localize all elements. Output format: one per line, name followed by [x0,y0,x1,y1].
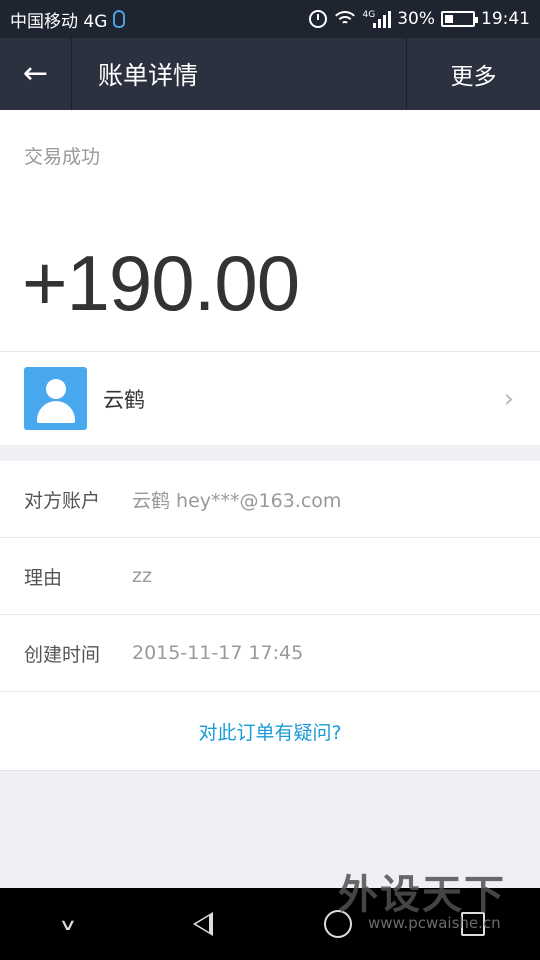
arrow-left-icon: ← [22,56,49,91]
back-button[interactable]: ← [0,38,72,110]
user-icon-head [46,379,66,399]
system-back-button[interactable] [173,894,233,954]
detail-value: 云鹤 hey***@163.com [132,489,342,512]
carrier-label: 中国移动 4G [10,11,108,32]
battery-icon [441,11,478,27]
detail-row-reason: 理由 zz [0,538,540,615]
detail-label: 理由 [24,566,63,589]
transaction-amount: +190.00 [22,239,300,327]
detail-label: 对方账户 [24,489,101,512]
circle-home-icon [323,910,352,938]
transaction-status: 交易成功 [24,146,101,168]
avatar [24,367,87,430]
order-question-link[interactable]: 对此订单有疑问? [0,692,540,770]
payer-name: 云鹤 [103,387,145,412]
detail-value: 2015-11-17 17:45 [132,642,304,664]
title-bar: ← 账单详情 更多 [0,38,540,110]
hide-nav-button[interactable]: ∨ [38,894,98,954]
detail-row-created-time: 创建时间 2015-11-17 17:45 [0,615,540,692]
detail-label: 创建时间 [24,643,101,666]
triangle-back-icon [192,912,213,936]
home-button[interactable] [308,894,368,954]
status-bar: 中国移动 4G 4G 30% 19:41 [0,0,540,38]
network-type-label: 4G [362,10,376,20]
user-icon-body [37,401,75,423]
transaction-details: 对方账户 云鹤 hey***@163.com 理由 zz 创建时间 2015-1… [0,461,540,771]
system-nav-bar: ∨ [0,888,540,960]
detail-value: zz [132,565,152,587]
signal-icon: 4G [363,10,392,28]
transaction-summary: 交易成功 +190.00 云鹤 › [0,110,540,445]
battery-level [445,15,453,23]
chevron-right-icon: › [503,383,514,414]
battery-percent: 30% [397,9,435,29]
qq-notification-icon [113,10,126,28]
wifi-icon [332,11,357,27]
detail-row-account: 对方账户 云鹤 hey***@163.com [0,461,540,538]
page-title: 账单详情 [98,61,199,90]
more-button[interactable]: 更多 [406,38,540,110]
chevron-down-icon: ∨ [58,914,77,934]
recent-apps-button[interactable] [443,894,503,954]
square-recent-icon [460,912,485,936]
clock: 19:41 [481,9,530,29]
alarm-icon [308,10,327,28]
payer-row[interactable]: 云鹤 › [0,351,540,445]
